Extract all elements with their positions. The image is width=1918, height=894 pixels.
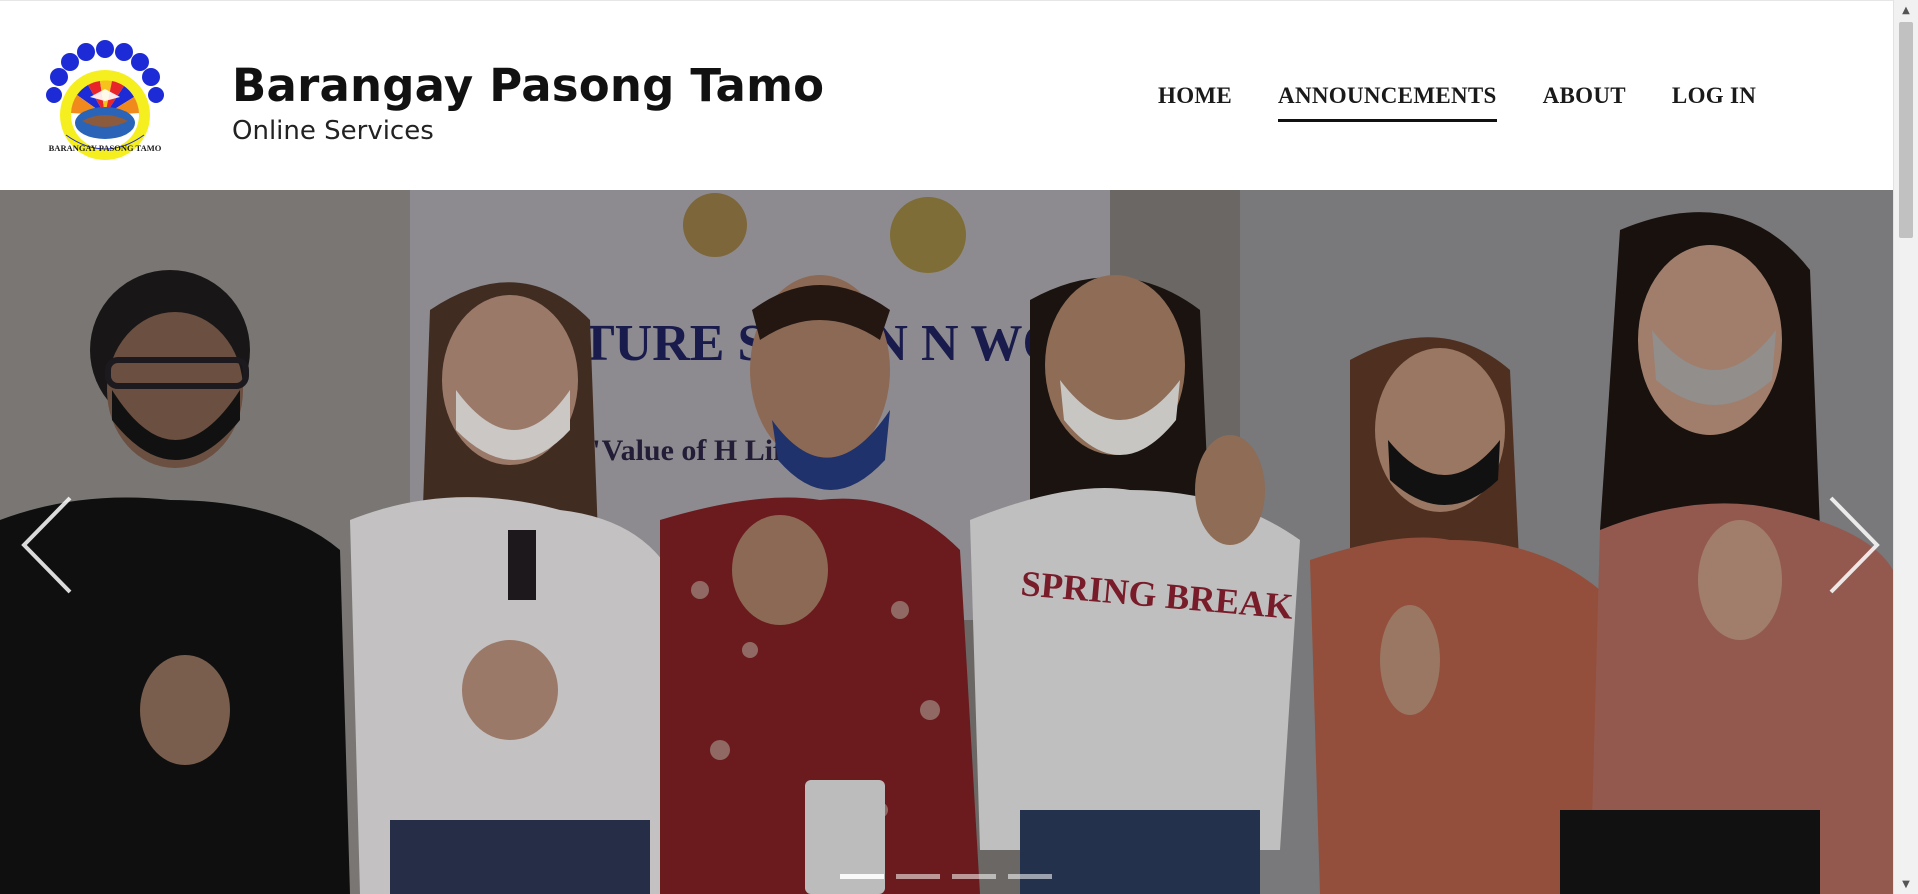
carousel-slide-photo: TURE SEMIN N WOMI "Value of H Lifestyle" [0, 190, 1893, 894]
page: BARANGAY PASONG TAMO Barangay Pasong Tam… [0, 0, 1918, 894]
nav-login[interactable]: LOG IN [1672, 83, 1756, 122]
scroll-down-icon[interactable]: ▼ [1894, 874, 1918, 894]
carousel-indicator-4[interactable] [1008, 874, 1052, 879]
site-header: BARANGAY PASONG TAMO Barangay Pasong Tam… [0, 0, 1893, 190]
nav-about[interactable]: ABOUT [1543, 83, 1626, 122]
scrollbar-thumb[interactable] [1899, 22, 1913, 238]
carousel-indicator-1[interactable] [840, 874, 884, 879]
carousel-indicator-3[interactable] [952, 874, 996, 879]
nav-announcements[interactable]: ANNOUNCEMENTS [1278, 83, 1497, 122]
site-subtitle: Online Services [232, 116, 434, 146]
carousel-indicator-2[interactable] [896, 874, 940, 879]
carousel-prev-button[interactable] [18, 490, 78, 600]
hero-carousel: TURE SEMIN N WOMI "Value of H Lifestyle" [0, 190, 1893, 894]
svg-text:BARANGAY PASONG TAMO: BARANGAY PASONG TAMO [49, 143, 162, 153]
vertical-scrollbar[interactable]: ▲ ▼ [1893, 0, 1918, 894]
chevron-left-icon [21, 496, 72, 594]
main-nav: HOME ANNOUNCEMENTS ABOUT LOG IN [1158, 83, 1802, 122]
chevron-right-icon [1829, 496, 1880, 594]
nav-home[interactable]: HOME [1158, 83, 1232, 122]
scroll-up-icon[interactable]: ▲ [1894, 0, 1918, 20]
barangay-seal-icon: BARANGAY PASONG TAMO [46, 40, 164, 160]
carousel-indicators [840, 874, 1052, 879]
site-title: Barangay Pasong Tamo [232, 59, 825, 112]
carousel-next-button[interactable] [1823, 490, 1883, 600]
barangay-logo[interactable]: BARANGAY PASONG TAMO [40, 35, 170, 165]
